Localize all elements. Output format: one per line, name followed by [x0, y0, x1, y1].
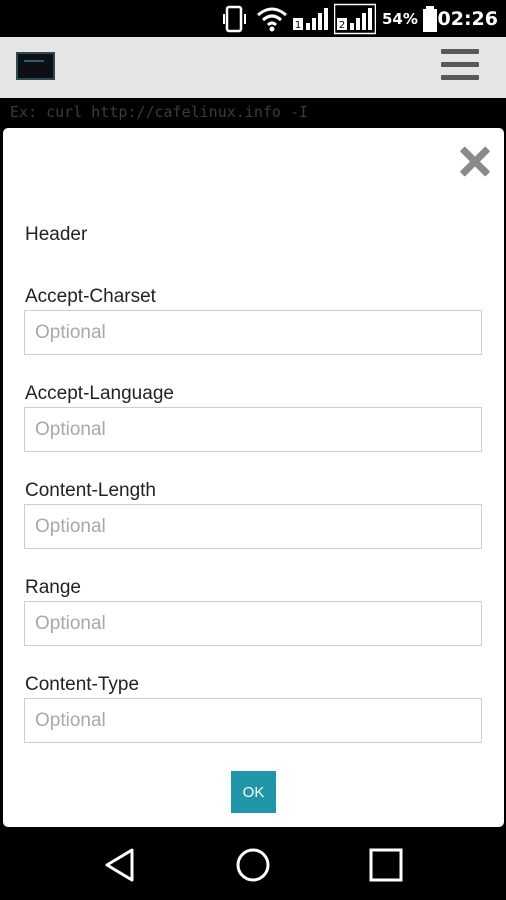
battery-percent: 54%	[382, 9, 418, 28]
label-accept-language: Accept-Language	[25, 383, 174, 404]
command-placeholder: Ex: curl http://cafelinux.info -I	[10, 103, 309, 121]
app-bar	[0, 37, 506, 98]
home-icon[interactable]	[213, 830, 293, 900]
command-input[interactable]: Ex: curl http://cafelinux.info -I	[0, 98, 506, 128]
signal-2-icon: 2	[334, 0, 376, 37]
header-modal: Header Accept-Charset Accept-Language Co…	[3, 128, 504, 827]
battery-icon	[421, 0, 439, 37]
recents-icon[interactable]	[346, 830, 426, 900]
status-bar: 1 2 54% 02:26	[0, 0, 506, 37]
signal-1-icon: 1	[292, 0, 332, 37]
modal-title: Header	[25, 224, 88, 245]
label-content-length: Content-Length	[25, 480, 156, 501]
svg-text:2: 2	[339, 20, 345, 31]
hamburger-menu-icon[interactable]	[441, 49, 479, 81]
content-length-input[interactable]	[24, 504, 482, 549]
ok-button[interactable]: OK	[231, 771, 276, 813]
accept-language-input[interactable]	[24, 407, 482, 452]
back-icon[interactable]	[80, 830, 160, 900]
range-input[interactable]	[24, 601, 482, 646]
vibrate-icon	[222, 0, 248, 37]
navigation-bar	[0, 830, 506, 900]
content-type-input[interactable]	[24, 698, 482, 743]
label-accept-charset: Accept-Charset	[25, 286, 156, 307]
label-range: Range	[25, 577, 81, 598]
wifi-icon	[256, 0, 288, 37]
app-logo	[16, 52, 55, 80]
label-content-type: Content-Type	[25, 674, 140, 695]
clock: 02:26	[437, 7, 498, 30]
accept-charset-input[interactable]	[24, 310, 482, 355]
close-icon[interactable]	[459, 146, 491, 178]
svg-text:1: 1	[295, 20, 301, 31]
